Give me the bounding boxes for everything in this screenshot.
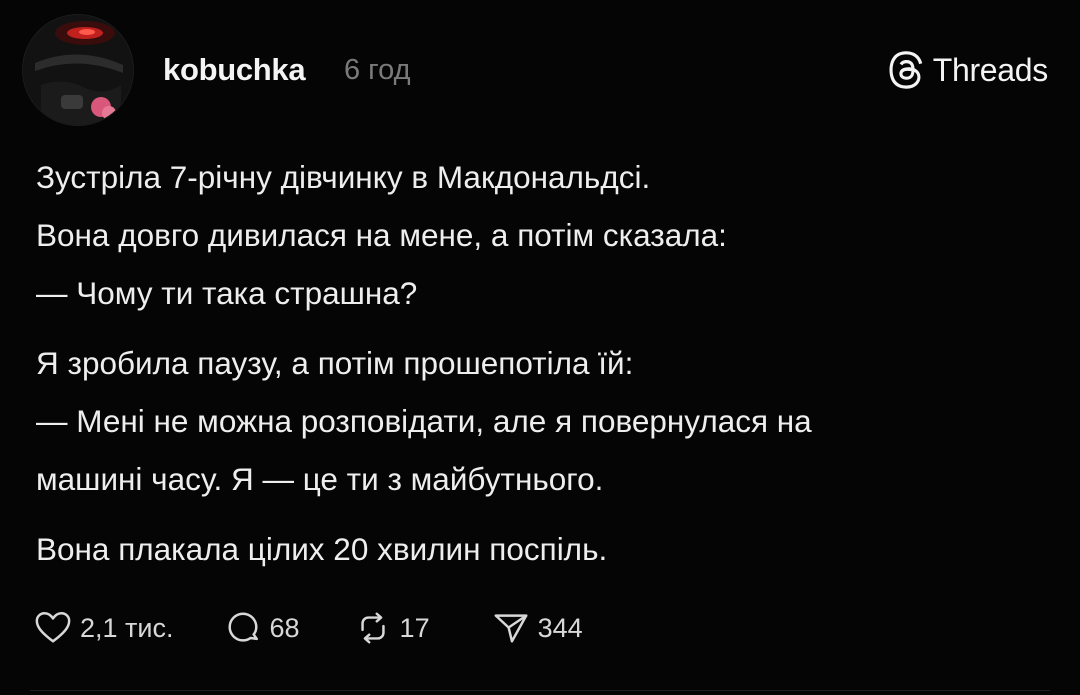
post-paragraph: Зустріла 7-річну дівчинку в Макдональдсі… — [36, 148, 1046, 322]
comment-icon — [227, 612, 258, 642]
repost-button[interactable]: 17 — [354, 609, 430, 647]
send-icon — [494, 614, 528, 643]
share-button[interactable]: 344 — [492, 609, 583, 647]
divider — [30, 690, 1050, 691]
post-text-line: Я зробила паузу, а потім прошепотіла їй: — [36, 345, 634, 381]
post-text-line: Зустріла 7-річну дівчинку в Макдональдсі… — [36, 159, 651, 195]
post-text-line: — Мені не можна розповідати, але я повер… — [36, 403, 812, 439]
heart-icon — [35, 612, 71, 643]
post-paragraph: Вона плакала цілих 20 хвилин поспіль. — [36, 520, 1046, 578]
post-paragraph: Я зробила паузу, а потім прошепотіла їй:… — [36, 334, 1046, 508]
threads-brand-name: Threads — [932, 51, 1049, 88]
reply-count: 68 — [269, 612, 300, 643]
share-count: 344 — [537, 612, 583, 643]
post-text-line: Вона довго дивилася на мене, а потім ска… — [36, 217, 727, 253]
threads-logo-icon — [889, 51, 922, 89]
post-body: Зустріла 7-річну дівчинку в Макдональдсі… — [36, 148, 1046, 578]
post-text-line: Вона плакала цілих 20 хвилин поспіль. — [36, 531, 608, 567]
threads-brand[interactable]: Threads — [889, 50, 1048, 90]
post-text-line: машині часу. Я — це ти з майбутнього. — [36, 461, 604, 497]
avatar-photo — [23, 15, 133, 125]
repost-count: 17 — [399, 612, 430, 643]
author-username[interactable]: kobuchka — [163, 52, 306, 88]
post-time: 6 год — [344, 54, 411, 86]
post-actions: 2,1 тис. 68 17 344 — [34, 606, 583, 650]
like-button[interactable]: 2,1 тис. — [34, 609, 174, 647]
repost-icon — [360, 612, 385, 644]
avatar[interactable] — [22, 14, 134, 126]
reply-button[interactable]: 68 — [224, 609, 300, 647]
post-text-line: — Чому ти така страшна? — [36, 275, 418, 311]
threads-post: kobuchka 6 год Threads Зустріла 7-річну … — [0, 0, 1080, 695]
like-count: 2,1 тис. — [80, 612, 174, 643]
